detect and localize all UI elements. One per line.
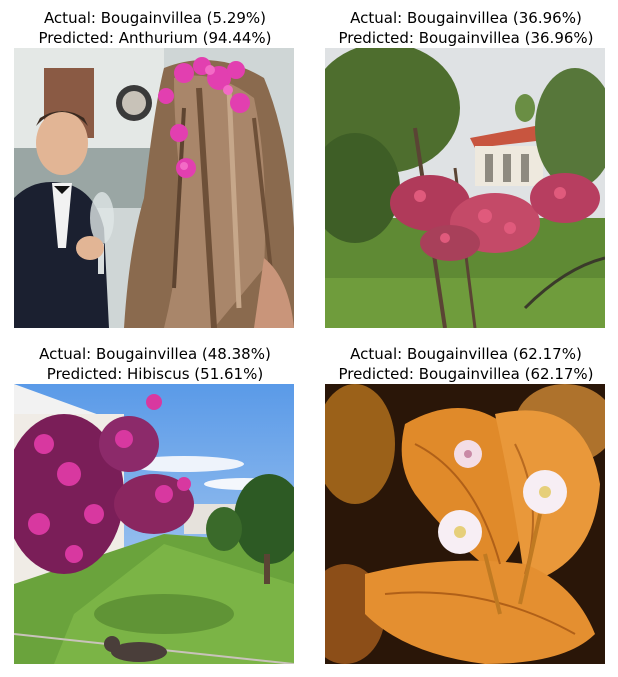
predicted-label: Predicted: Bougainvillea (36.96%) bbox=[338, 29, 594, 47]
photo-wedding-hair-flowers bbox=[14, 48, 294, 328]
photo-garden-house bbox=[325, 48, 605, 328]
panel-2-image bbox=[325, 48, 605, 328]
predicted-label: Predicted: Bougainvillea (62.17%) bbox=[338, 365, 594, 383]
actual-label: Actual: Bougainvillea (62.17%) bbox=[350, 345, 582, 363]
panel-4-title: Actual: Bougainvillea (62.17%) Predicted… bbox=[285, 344, 618, 384]
actual-label: Actual: Bougainvillea (36.96%) bbox=[350, 9, 582, 27]
panel-2-title: Actual: Bougainvillea (36.96%) Predicted… bbox=[285, 8, 618, 48]
photo-bougainvillea-lawn bbox=[14, 384, 294, 664]
photo-orange-bougainvillea-closeup bbox=[325, 384, 605, 664]
panel-4-image bbox=[325, 384, 605, 664]
panel-1-image bbox=[14, 48, 294, 328]
panel-3-image bbox=[14, 384, 294, 664]
